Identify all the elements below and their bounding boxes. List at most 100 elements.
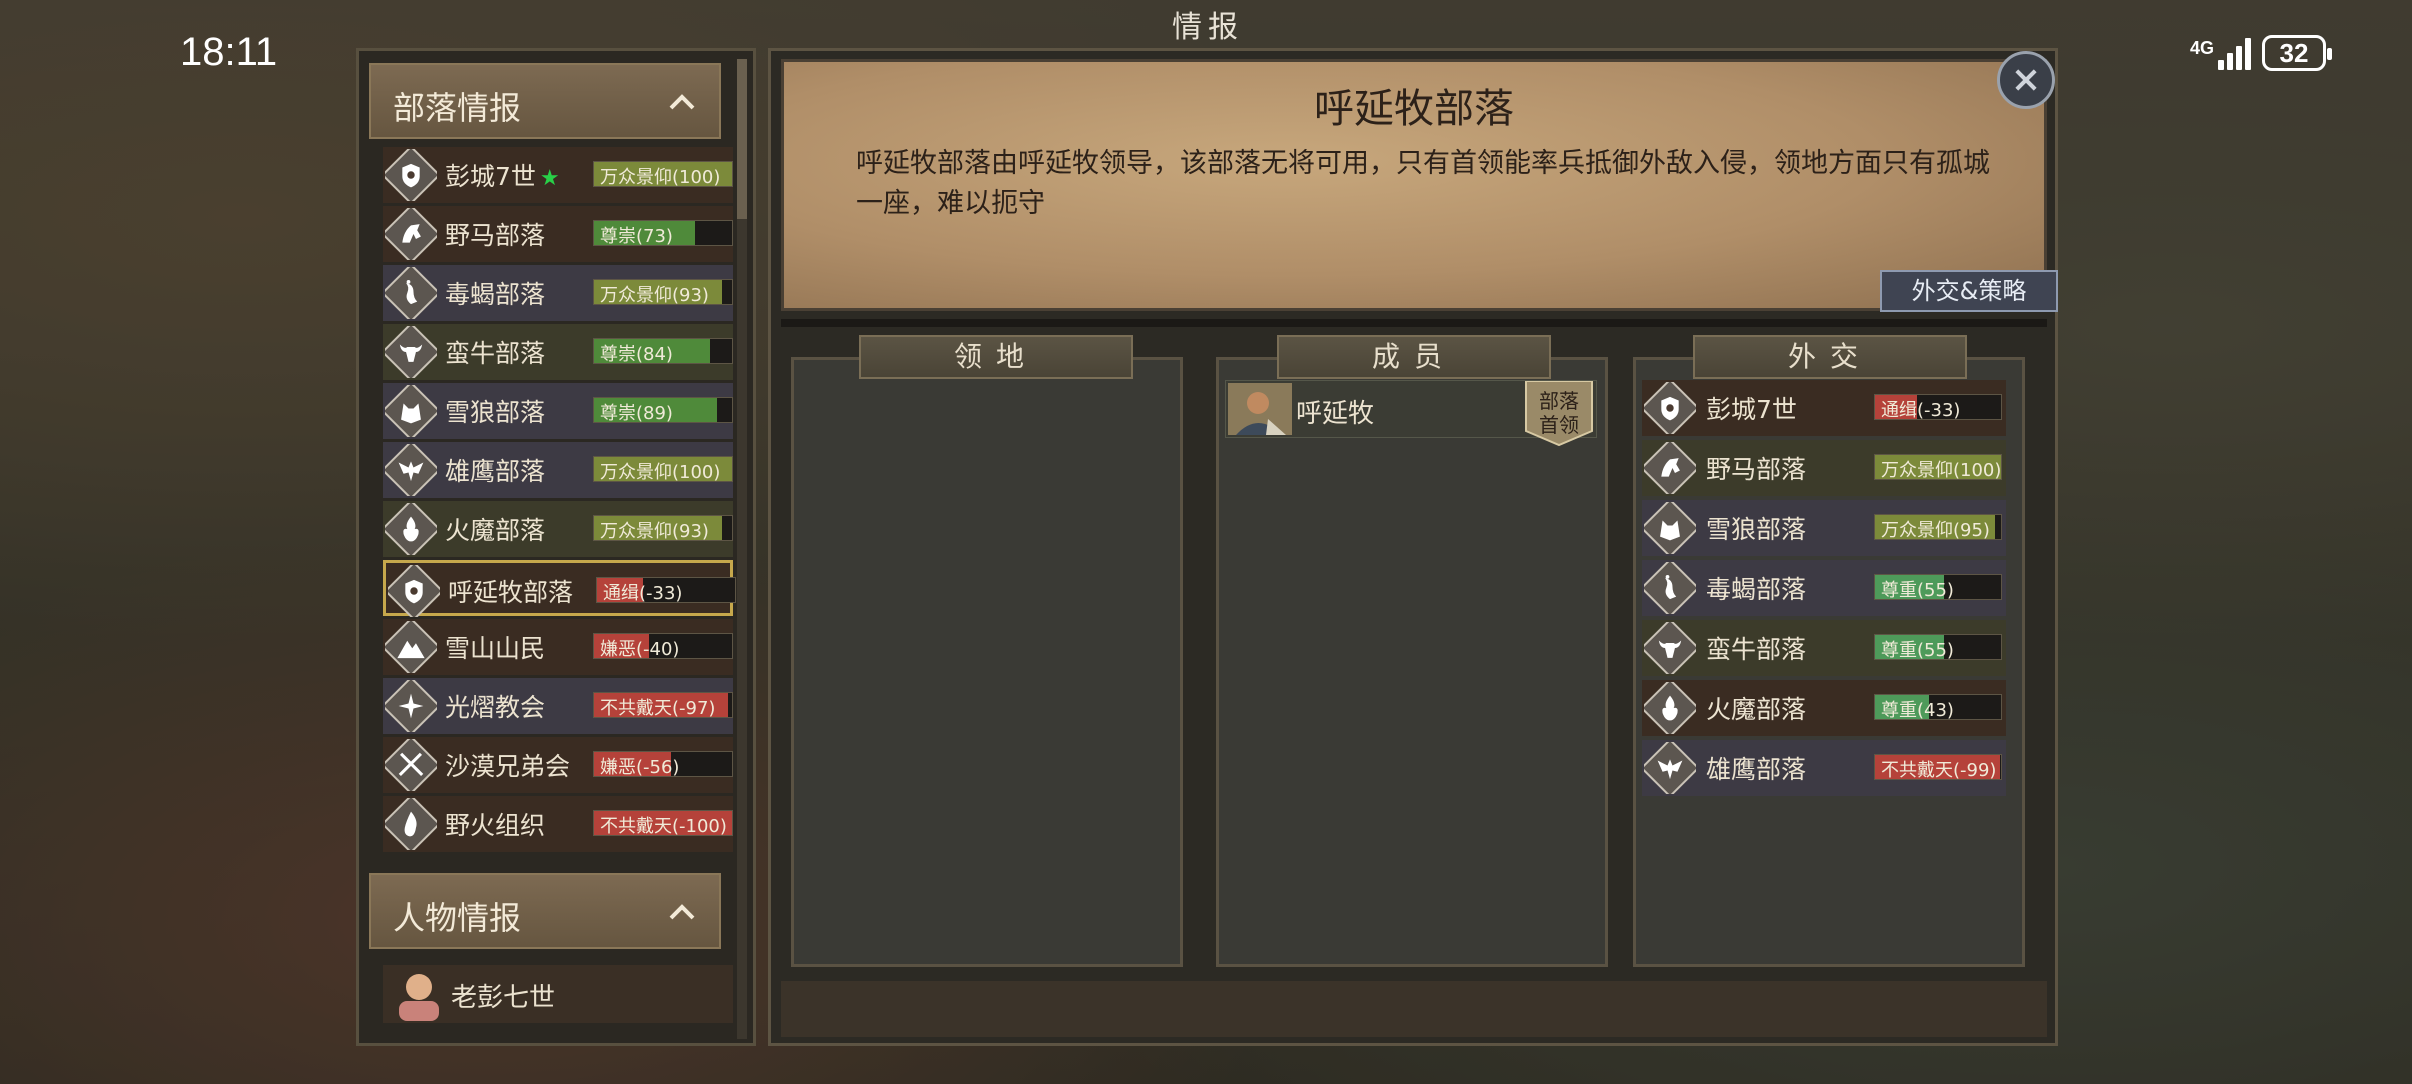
- relation-bar: 万众景仰(93): [593, 515, 733, 542]
- relation-bar: 尊重(55): [1874, 574, 2002, 601]
- relation-bar: 不共戴天(-97): [593, 692, 733, 719]
- shield-crest-icon: [1644, 382, 1696, 434]
- relation-bar: 万众景仰(100): [1874, 454, 2002, 481]
- relation-label: 万众景仰(93): [600, 521, 709, 542]
- tribe-name: 野马部落: [445, 221, 546, 250]
- tribe-name: 呼延牧部落: [448, 578, 574, 607]
- tribe-item[interactable]: 野火组织 不共戴天(-100): [383, 796, 733, 852]
- shield-crest-icon: [388, 565, 440, 617]
- relation-bar: 万众景仰(93): [593, 279, 733, 306]
- leader-portrait: [1228, 383, 1292, 435]
- tribe-name: 火魔部落: [445, 516, 546, 545]
- relation-label: 不共戴天(-100): [600, 816, 727, 837]
- territory-column: [791, 357, 1183, 967]
- relation-bar: 尊重(55): [1874, 634, 2002, 661]
- bull-head-icon: [1644, 622, 1696, 674]
- tribe-name: 雪狼部落: [1706, 515, 1807, 544]
- diplomacy-header: 外交: [1693, 335, 1967, 379]
- relation-label: 尊崇(73): [600, 226, 673, 247]
- relation-bar: 嫌恶(-40): [593, 633, 733, 660]
- relation-bar: 通缉(-33): [1874, 394, 2002, 421]
- relation-label: 尊崇(84): [600, 344, 673, 365]
- relation-item[interactable]: 雄鹰部落 不共戴天(-99): [1642, 740, 2006, 796]
- relation-label: 嫌恶(-56): [600, 757, 680, 778]
- rank-badge: 部落 首领: [1524, 381, 1594, 447]
- relation-bar: 嫌恶(-56): [593, 751, 733, 778]
- sun-cross-icon: [385, 680, 437, 732]
- characters-section-header[interactable]: 人物情报: [369, 873, 721, 949]
- relation-item[interactable]: 火魔部落 尊重(43): [1642, 680, 2006, 736]
- relation-item[interactable]: 彭城7世 通缉(-33): [1642, 380, 2006, 436]
- relation-bar: 不共戴天(-99): [1874, 754, 2002, 781]
- rank-line-2: 首领: [1539, 413, 1579, 437]
- tribe-detail-panel: 呼延牧部落 呼延牧部落由呼延牧领导，该部落无将可用，只有首领能率兵抵御外敌入侵，…: [768, 48, 2058, 1046]
- relation-bar: 万众景仰(100): [593, 456, 733, 483]
- character-name: 老彭七世: [451, 983, 556, 1013]
- tribe-item[interactable]: 蛮牛部落 尊崇(84): [383, 324, 733, 380]
- wolf-head-icon: [1644, 502, 1696, 554]
- tribe-item[interactable]: 火魔部落 万众景仰(93): [383, 501, 733, 557]
- close-icon[interactable]: [1997, 51, 2055, 109]
- tribe-name: 毒蝎部落: [445, 280, 546, 309]
- tribe-name: 雪狼部落: [445, 398, 546, 427]
- flame-demon-icon: [1644, 682, 1696, 734]
- fire-icon: [385, 798, 437, 850]
- tribe-item[interactable]: 雪狼部落 尊崇(89): [383, 383, 733, 439]
- tribe-name: 毒蝎部落: [1706, 575, 1807, 604]
- tribes-section-header[interactable]: 部落情报: [369, 63, 721, 139]
- tribe-name: 野马部落: [1706, 455, 1807, 484]
- status-time: 18:11: [180, 30, 278, 74]
- relation-label: 万众景仰(100): [1881, 460, 2002, 481]
- signal-icon: [2218, 36, 2252, 70]
- tribe-name: 光熠教会: [445, 693, 546, 722]
- relation-label: 不共戴天(-99): [1881, 760, 1997, 781]
- tribe-item[interactable]: 雄鹰部落 万众景仰(100): [383, 442, 733, 498]
- members-header: 成员: [1277, 335, 1551, 379]
- relation-item[interactable]: 雪狼部落 万众景仰(95): [1642, 500, 2006, 556]
- diplomacy-strategy-button[interactable]: 外交&策略: [1880, 270, 2058, 312]
- relation-label: 不共戴天(-97): [600, 698, 716, 719]
- tribe-title: 呼延牧部落: [1314, 86, 1514, 132]
- tribe-item[interactable]: 沙漠兄弟会 嫌恶(-56): [383, 737, 733, 793]
- tribe-name: 雪山山民: [445, 634, 546, 663]
- tribe-item[interactable]: 雪山山民 嫌恶(-40): [383, 619, 733, 675]
- tribe-item[interactable]: 彭城7世 ★ 万众景仰(100): [383, 147, 733, 203]
- tribe-info-card: 呼延牧部落 呼延牧部落由呼延牧领导，该部落无将可用，只有首领能率兵抵御外敌入侵，…: [781, 59, 2058, 312]
- divider: [781, 319, 2047, 327]
- relation-label: 尊重(43): [1881, 700, 1954, 721]
- tribe-item[interactable]: 光熠教会 不共戴天(-97): [383, 678, 733, 734]
- shield-crest-icon: [385, 149, 437, 201]
- wolf-head-icon: [385, 385, 437, 437]
- scorpion-icon: [1644, 562, 1696, 614]
- relation-item[interactable]: 蛮牛部落 尊重(55): [1642, 620, 2006, 676]
- relation-bar: 尊崇(73): [593, 220, 733, 247]
- relation-label: 万众景仰(95): [1881, 520, 1990, 541]
- tribe-name: 蛮牛部落: [1706, 635, 1807, 664]
- eagle-icon: [385, 444, 437, 496]
- relation-label: 通缉(-33): [603, 583, 683, 604]
- tribe-item[interactable]: 毒蝎部落 万众景仰(93): [383, 265, 733, 321]
- member-row[interactable]: 呼延牧 部落 首领: [1225, 380, 1597, 447]
- horse-head-icon: [385, 208, 437, 260]
- member-name: 呼延牧: [1296, 399, 1375, 429]
- eagle-icon: [1644, 742, 1696, 794]
- tribe-item[interactable]: 呼延牧部落 通缉(-33): [383, 560, 736, 617]
- bald-man-avatar: [399, 974, 439, 1021]
- tribe-name: 火魔部落: [1706, 695, 1807, 724]
- relation-bar: 尊崇(84): [593, 338, 733, 365]
- relation-bar: 不共戴天(-100): [593, 810, 733, 837]
- relation-item[interactable]: 野马部落 万众景仰(100): [1642, 440, 2006, 496]
- relation-item[interactable]: 毒蝎部落 尊重(55): [1642, 560, 2006, 616]
- scorpion-icon: [385, 267, 437, 319]
- relation-label: 尊崇(89): [600, 403, 673, 424]
- tribe-item[interactable]: 野马部落 尊崇(73): [383, 206, 733, 262]
- relation-label: 尊重(55): [1881, 580, 1954, 601]
- bull-head-icon: [385, 326, 437, 378]
- relation-bar: 尊崇(89): [593, 397, 733, 424]
- members-column: 呼延牧 部落 首领: [1216, 357, 1608, 967]
- relation-label: 嫌恶(-40): [600, 639, 680, 660]
- relation-label: 万众景仰(93): [600, 285, 709, 306]
- character-item[interactable]: 老彭七世: [383, 965, 733, 1023]
- sidebar-scroll-thumb[interactable]: [737, 59, 747, 219]
- horse-head-icon: [1644, 442, 1696, 494]
